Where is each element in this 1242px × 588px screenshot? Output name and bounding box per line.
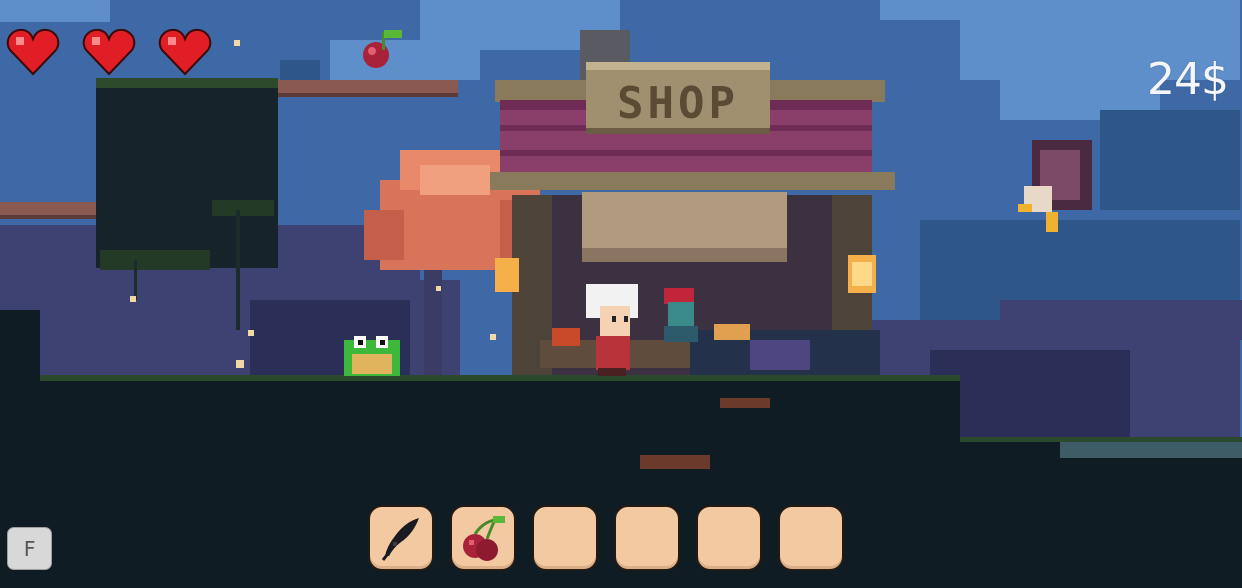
heart-icon	[82, 28, 136, 76]
hotbar-slot-2[interactable]	[450, 505, 516, 571]
game-viewport[interactable]: SHOP 24$ F	[0, 0, 1242, 588]
hotbar-slot-5[interactable]	[696, 505, 762, 571]
heart-icon	[158, 28, 212, 76]
hotbar-slot-6[interactable]	[778, 505, 844, 571]
heart-icon	[6, 28, 60, 76]
hotbar-slot-1[interactable]	[368, 505, 434, 571]
money-counter: 24$	[1147, 54, 1229, 105]
feather-icon	[381, 518, 419, 561]
shop-sign-text: SHOP	[617, 78, 739, 129]
game-scene: SHOP	[0, 0, 1242, 588]
frog-enemy	[344, 336, 400, 376]
interact-key-button[interactable]: F	[7, 527, 52, 570]
hotbar-slot-4[interactable]	[614, 505, 680, 571]
health-hearts	[6, 28, 212, 76]
cherry-icon	[463, 516, 505, 561]
inventory-hotbar	[368, 505, 844, 571]
hotbar-slot-3[interactable]	[532, 505, 598, 571]
shopkeeper	[664, 288, 698, 342]
